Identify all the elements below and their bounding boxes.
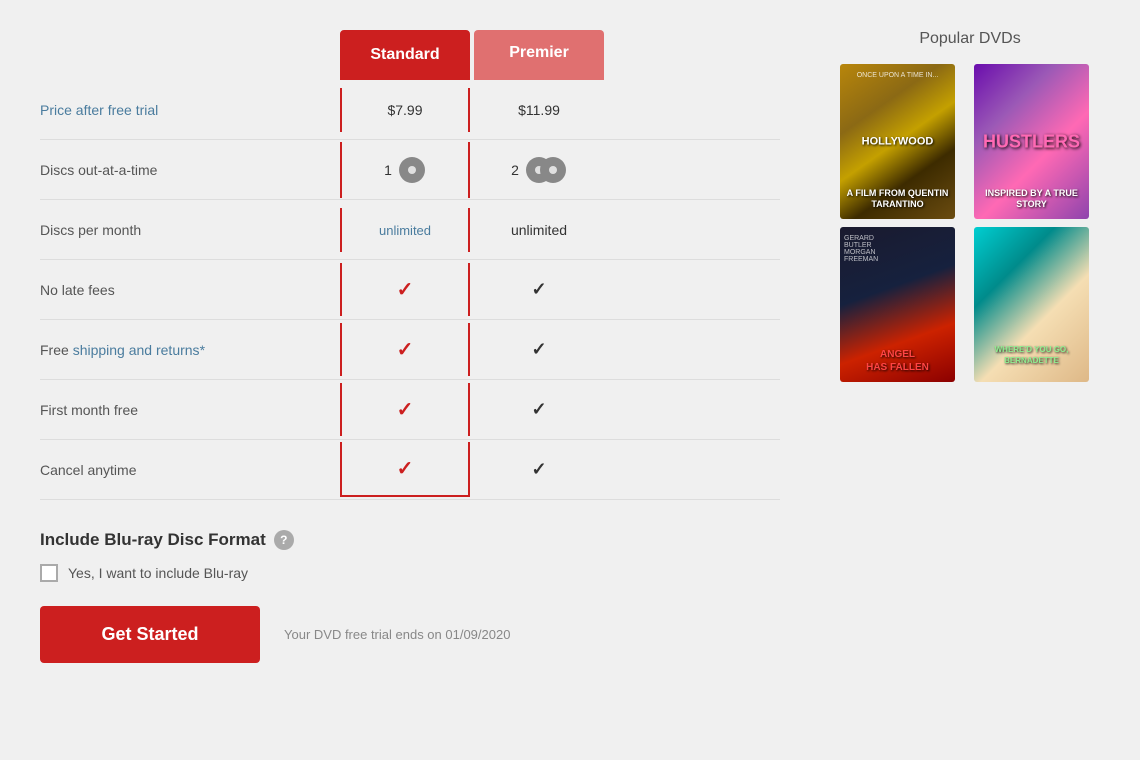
premier-free-shipping-cell: ✓ [474,325,604,374]
dvd-poster-hollywood[interactable]: ONCE UPON A TIME IN... HOLLYWOOD A FILM … [840,64,955,219]
standard-check-red: ✓ [397,279,414,301]
bluray-title: Include Blu-ray Disc Format ? [40,530,780,550]
plan-headers: Standard Premier [340,30,780,80]
first-month-free-row: First month free ✓ ✓ [40,380,780,440]
standard-plan-label: Standard [370,46,439,63]
hollywood-top-text: ONCE UPON A TIME IN... [840,72,955,79]
premier-cancel-cell: ✓ [474,445,604,494]
price-row: Price after free trial $7.99 $11.99 [40,80,780,140]
bottom-row: Get Started Your DVD free trial ends on … [40,606,780,663]
standard-discs-out-cell: 1 [340,142,470,198]
dvd-grid: ONCE UPON A TIME IN... HOLLYWOOD A FILM … [840,64,1100,382]
bluray-checkbox-label: Yes, I want to include Blu-ray [68,565,248,581]
angel-title-text: ANGELHAS FALLEN [840,348,955,374]
standard-price-cell: $7.99 [340,88,470,132]
dvd-poster-hustlers[interactable]: HUSTLERS INSPIRED BY A TRUE STORY [974,64,1089,219]
standard-free-shipping-cell: ✓ [340,323,470,376]
no-late-fees-row: No late fees ✓ ✓ [40,260,780,320]
premier-price-cell: $11.99 [474,88,604,132]
bernadette-title-text: WHERE'D YOU GO,BERNADETTE [974,345,1089,366]
standard-cancel-check: ✓ [397,458,414,480]
first-month-free-label: First month free [40,388,340,432]
dvds-section: Popular DVDs ONCE UPON A TIME IN... HOLL… [840,30,1100,663]
trial-note: Your DVD free trial ends on 01/09/2020 [284,627,510,642]
single-disc-icon [398,156,426,184]
hustlers-title-text: HUSTLERS [974,129,1089,154]
dvd-poster-angel[interactable]: GERARDBUTLERMORGANFREEMAN ANGELHAS FALLE… [840,227,955,382]
angel-director-text: GERARDBUTLERMORGANFREEMAN [844,235,878,263]
premier-shipping-check: ✓ [531,339,546,359]
get-started-button[interactable]: Get Started [40,606,260,663]
discs-per-month-row: Discs per month unlimited unlimited [40,200,780,260]
pricing-table: Standard Premier Price after free trial … [40,30,780,500]
cancel-anytime-row: Cancel anytime ✓ ✓ [40,440,780,500]
premier-plan-header[interactable]: Premier [474,30,604,80]
standard-cancel-cell: ✓ [340,442,470,497]
main-container: Standard Premier Price after free trial … [40,30,1100,663]
double-disc-icon [525,156,567,184]
premier-check-black: ✓ [531,279,546,299]
discs-out-row: Discs out-at-a-time 1 2 [40,140,780,200]
standard-shipping-check: ✓ [397,339,414,361]
standard-no-late-fees-cell: ✓ [340,263,470,316]
bluray-checkbox-row: Yes, I want to include Blu-ray [40,564,780,582]
premier-first-month-check: ✓ [531,399,546,419]
premier-discs-per-month-cell: unlimited [474,208,604,252]
premier-discs-out-cell: 2 [474,142,604,198]
premier-plan-label: Premier [509,44,569,61]
hollywood-bottom-text: A FILM FROM QUENTIN TARANTINO [840,188,955,211]
discs-out-label: Discs out-at-a-time [40,148,340,192]
premier-first-month-cell: ✓ [474,385,604,434]
standard-plan-header[interactable]: Standard [340,30,470,80]
standard-first-month-cell: ✓ [340,383,470,436]
popular-dvds-title: Popular DVDs [840,30,1100,48]
price-label: Price after free trial [40,88,340,132]
free-shipping-label: Free shipping and returns* [40,328,340,372]
bluray-checkbox[interactable] [40,564,58,582]
standard-discs-per-month-cell: unlimited [340,208,470,252]
free-shipping-row: Free shipping and returns* ✓ ✓ [40,320,780,380]
pricing-section: Standard Premier Price after free trial … [40,30,780,663]
discs-per-month-label: Discs per month [40,208,340,252]
bluray-section: Include Blu-ray Disc Format ? Yes, I wan… [40,530,780,582]
hustlers-bottom-text: INSPIRED BY A TRUE STORY [974,188,1089,211]
cancel-anytime-label: Cancel anytime [40,448,340,492]
dvd-poster-bernadette[interactable]: WHERE'D YOU GO,BERNADETTE [974,227,1089,382]
premier-no-late-fees-cell: ✓ [474,265,604,314]
standard-first-month-check: ✓ [397,399,414,421]
premier-cancel-check: ✓ [531,459,546,479]
hollywood-mid-text: HOLLYWOOD [840,134,955,149]
no-late-fees-label: No late fees [40,268,340,312]
bluray-help-icon[interactable]: ? [274,530,294,550]
